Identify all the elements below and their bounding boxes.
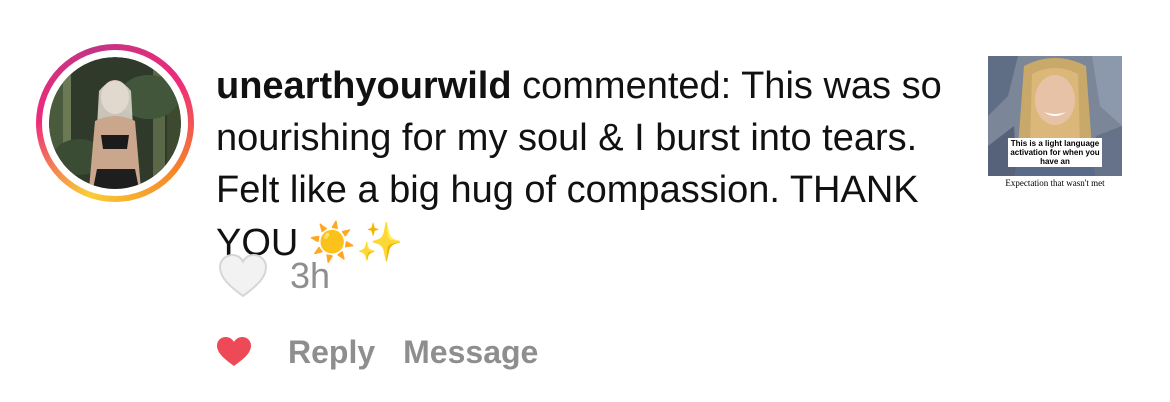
- avatar-gap: [42, 50, 188, 196]
- comment-meta: 3h: [218, 252, 330, 300]
- username-link[interactable]: unearthyourwild: [216, 65, 512, 107]
- thumbnail-image: [988, 56, 1122, 190]
- sparkles-emoji: ✨: [356, 220, 404, 264]
- post-thumbnail[interactable]: This is a light language activation for …: [988, 56, 1122, 190]
- thumbnail-subcaption: Expectation that wasn't met: [988, 176, 1122, 190]
- heart-outline-icon[interactable]: [218, 253, 268, 299]
- comment-text: unearthyourwild commented: This was so n…: [216, 60, 956, 269]
- comment-actions: Reply Message: [216, 330, 538, 374]
- thumbnail-caption: This is a light language activation for …: [1008, 138, 1102, 167]
- comment-notification: unearthyourwild commented: This was so n…: [0, 0, 1170, 402]
- timestamp: 3h: [290, 255, 331, 296]
- avatar[interactable]: [49, 57, 181, 189]
- heart-filled-icon[interactable]: [216, 336, 252, 368]
- message-button[interactable]: Message: [403, 334, 538, 371]
- story-ring[interactable]: [36, 44, 194, 202]
- reply-button[interactable]: Reply: [288, 334, 375, 371]
